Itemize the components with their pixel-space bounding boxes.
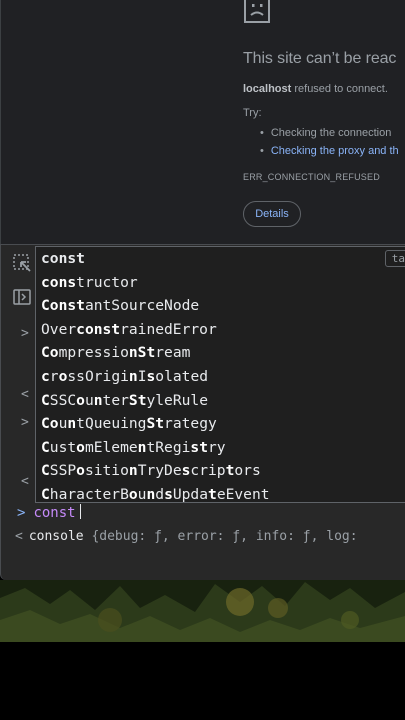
result-caret-icon: <: [15, 529, 23, 544]
expand-chevron-icon[interactable]: >: [21, 326, 29, 341]
autocomplete-item[interactable]: ConstantSourceNode: [36, 294, 405, 318]
error-host: localhost: [243, 83, 292, 95]
error-page: This site can’t be reac localhost refuse…: [0, 0, 405, 244]
result-chevron-icon: <: [21, 474, 29, 489]
console-result-line[interactable]: < console {debug: ƒ, error: ƒ, info: ƒ, l…: [15, 529, 358, 544]
background-photo: [0, 580, 405, 642]
autocomplete-dropdown: const constructor ConstantSourceNode Ove…: [35, 246, 405, 503]
forest-image: [0, 580, 405, 642]
text-cursor: [79, 504, 81, 519]
sad-page-icon: [244, 0, 270, 23]
autocomplete-item[interactable]: CustomElementRegistry: [36, 436, 405, 460]
try-label: Try:: [243, 107, 262, 119]
result-chevron-icon: <: [21, 387, 29, 402]
result-object-name: console: [28, 529, 84, 544]
autocomplete-item[interactable]: CompressionStream: [36, 341, 405, 365]
suggestion-list: Checking the connection Checking the pro…: [260, 124, 399, 160]
result-object-preview: {debug: ƒ, error: ƒ, info: ƒ, log:: [91, 529, 358, 544]
error-code: ERR_CONNECTION_REFUSED: [243, 172, 380, 182]
console-input[interactable]: const: [33, 505, 75, 521]
console-input-line[interactable]: > const: [17, 504, 81, 521]
error-description: localhost refused to connect.: [243, 83, 388, 95]
devtools-console-panel: > < > < const constructor ConstantSource…: [0, 244, 405, 580]
autocomplete-item[interactable]: CharacterBoundsUpdateEvent: [36, 483, 405, 502]
suggestion-link-proxy[interactable]: Checking the proxy and th: [260, 142, 399, 160]
autocomplete-item[interactable]: const: [36, 247, 405, 271]
autocomplete-item[interactable]: CSSCounterStyleRule: [36, 389, 405, 413]
prompt-caret-icon: >: [17, 505, 26, 521]
error-title: This site can’t be reac: [243, 50, 397, 67]
error-description-text: refused to connect.: [291, 83, 388, 95]
autocomplete-item[interactable]: CSSPositionTryDescriptors: [36, 459, 405, 483]
sidebar-toggle-icon: [13, 289, 31, 305]
expand-chevron-icon[interactable]: >: [21, 415, 29, 430]
toggle-sidebar-button[interactable]: [11, 286, 33, 308]
autocomplete-item[interactable]: OverconstrainedError: [36, 318, 405, 342]
bottom-black-bar: [0, 642, 405, 720]
suggestion-item: Checking the connection: [260, 124, 399, 142]
autocomplete-item[interactable]: constructor: [36, 271, 405, 295]
tab-key-hint: ta: [384, 250, 405, 267]
inspect-element-icon: [13, 254, 31, 272]
autocomplete-item[interactable]: crossOriginIsolated: [36, 365, 405, 389]
details-button[interactable]: Details: [243, 201, 301, 227]
autocomplete-item[interactable]: CountQueuingStrategy: [36, 412, 405, 436]
inspect-element-button[interactable]: [11, 252, 33, 274]
